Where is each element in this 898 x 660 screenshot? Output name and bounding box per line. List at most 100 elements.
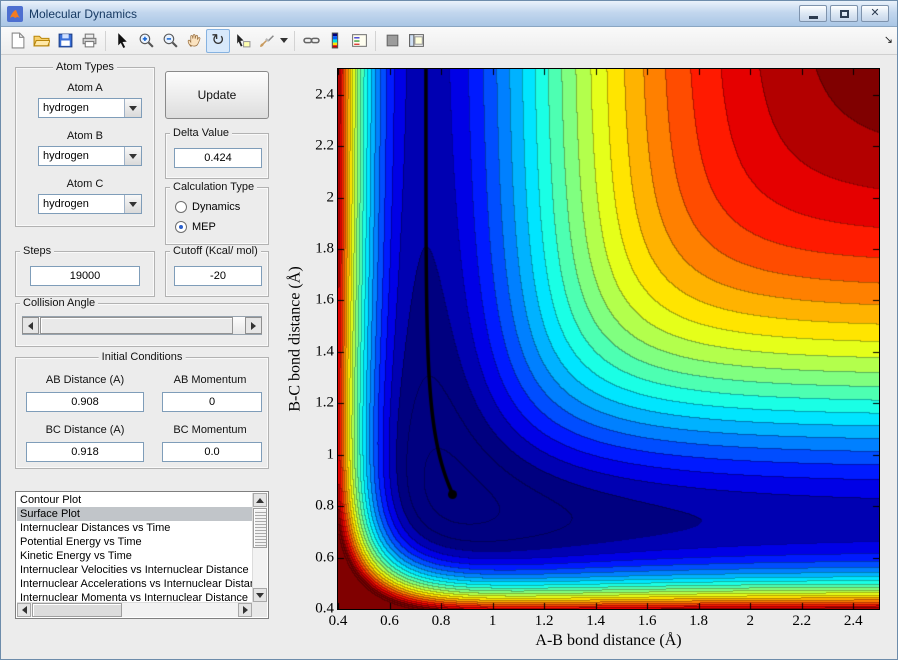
- y-tick-label: 1.4: [315, 343, 334, 360]
- zoom-in-button[interactable]: [134, 29, 158, 53]
- panel-title: Atom Types: [53, 61, 117, 73]
- open-file-button[interactable]: [29, 29, 53, 53]
- ab-distance-input[interactable]: [26, 392, 144, 412]
- toolbar-overflow-icon[interactable]: ↘: [884, 33, 893, 46]
- list-item[interactable]: Kinetic Energy vs Time: [17, 549, 252, 563]
- x-axis-label: A-B bond distance (Å): [535, 632, 682, 649]
- title-bar[interactable]: Molecular Dynamics ✕: [1, 1, 897, 27]
- insert-colorbar-button[interactable]: [323, 29, 347, 53]
- data-cursor-icon: [236, 34, 250, 48]
- panel-title: Collision Angle: [20, 297, 99, 309]
- brush-button[interactable]: [254, 29, 278, 53]
- scroll-left-button[interactable]: [17, 603, 31, 617]
- list-item[interactable]: Internuclear Accelerations vs Internucle…: [17, 577, 252, 591]
- ab-momentum-label: AB Momentum: [173, 374, 247, 386]
- list-item[interactable]: Internuclear Momenta vs Internuclear Dis…: [17, 591, 252, 602]
- contour-canvas[interactable]: [337, 68, 880, 610]
- x-tick-label: 2.2: [792, 613, 812, 629]
- bc-distance-input[interactable]: [26, 442, 144, 462]
- y-axis-label: B-C bond distance (Å): [287, 266, 304, 412]
- atom-b-select[interactable]: hydrogen: [38, 146, 142, 166]
- ab-distance-label: AB Distance (A): [45, 374, 125, 386]
- chevron-down-icon[interactable]: [124, 99, 141, 117]
- print-figure-button[interactable]: [77, 29, 101, 53]
- atom-b-label: Atom B: [66, 130, 104, 142]
- y-tick-label: 0.4: [315, 600, 334, 617]
- delta-input[interactable]: [174, 148, 262, 168]
- slider-right-arrow[interactable]: [245, 317, 262, 334]
- steps-input[interactable]: [30, 266, 140, 286]
- plot-type-listbox[interactable]: Contour Plot Surface Plot Internuclear Dis…: [15, 491, 269, 619]
- atom-c-label: Atom C: [66, 178, 104, 190]
- bc-distance-label: BC Distance (A): [45, 424, 125, 436]
- update-button[interactable]: Update: [165, 71, 269, 119]
- chevron-down-icon[interactable]: [124, 195, 141, 213]
- edit-plot-button[interactable]: [110, 29, 134, 53]
- insert-legend-button[interactable]: [347, 29, 371, 53]
- brush-icon: [259, 35, 274, 47]
- panel-title: Delta Value: [170, 127, 233, 139]
- bc-momentum-input[interactable]: [162, 442, 262, 462]
- link-chain-icon: [302, 37, 320, 44]
- hide-plot-tools-icon: [386, 34, 398, 47]
- link-plot-button[interactable]: [299, 29, 323, 53]
- pan-button[interactable]: [182, 29, 206, 53]
- y-tick-label: 1: [326, 446, 335, 463]
- rotate-3d-icon: ↻: [211, 31, 225, 49]
- atom-a-select[interactable]: hydrogen: [38, 98, 142, 118]
- zoom-out-button[interactable]: [158, 29, 182, 53]
- cutoff-panel: Cutoff (Kcal/ mol): [165, 245, 269, 297]
- collision-angle-panel: Collision Angle: [15, 297, 269, 347]
- atom-a-label: Atom A: [67, 82, 103, 94]
- arrow-left-icon: [21, 606, 27, 614]
- slider-thumb[interactable]: [40, 317, 233, 334]
- collision-angle-slider[interactable]: [22, 316, 262, 335]
- list-item[interactable]: Surface Plot: [17, 507, 252, 521]
- vertical-scrollbar[interactable]: [252, 493, 267, 602]
- y-tick-label: 0.6: [315, 549, 334, 566]
- vertical-scroll-thumb[interactable]: [253, 508, 267, 548]
- scroll-down-button[interactable]: [253, 588, 267, 602]
- y-tick-label: 1.8: [315, 240, 334, 257]
- x-tick-label: 0.8: [431, 613, 451, 629]
- show-plot-tools-icon: [408, 34, 424, 47]
- horizontal-scroll-thumb[interactable]: [32, 603, 122, 617]
- list-item[interactable]: Internuclear Distances vs Time: [17, 521, 252, 535]
- colorbar-icon: [331, 32, 338, 49]
- horizontal-scrollbar[interactable]: [17, 602, 252, 617]
- list-item[interactable]: Internuclear Velocities vs Internuclear …: [17, 563, 252, 577]
- atom-a-value: hydrogen: [43, 102, 89, 114]
- data-cursor-button[interactable]: [230, 29, 254, 53]
- atom-types-panel: Atom Types Atom A hydrogen Atom B hydrog…: [15, 61, 155, 227]
- brush-menu-button[interactable]: [278, 29, 290, 53]
- maximize-button[interactable]: [830, 5, 858, 22]
- slider-left-arrow[interactable]: [22, 317, 39, 334]
- list-item[interactable]: Contour Plot: [17, 493, 252, 507]
- toolbar-separator: [375, 30, 376, 51]
- window-controls: ✕: [796, 5, 889, 22]
- list-item[interactable]: Potential Energy vs Time: [17, 535, 252, 549]
- atom-c-select[interactable]: hydrogen: [38, 194, 142, 214]
- y-tick-label: 1.2: [315, 394, 334, 411]
- minimize-button[interactable]: [799, 5, 827, 22]
- rotate-3d-button[interactable]: ↻: [206, 28, 230, 53]
- maximize-icon: [839, 9, 849, 18]
- ab-momentum-input[interactable]: [162, 392, 262, 412]
- initial-conditions-panel: Initial Conditions AB Distance (A) AB Mo…: [15, 351, 269, 469]
- chevron-down-icon[interactable]: [124, 147, 141, 165]
- printer-icon: [82, 33, 96, 48]
- show-plot-tools-button[interactable]: [404, 29, 428, 53]
- x-tick-label: 1.2: [534, 613, 554, 629]
- y-tick-label: 0.8: [315, 497, 334, 514]
- zoom-in-icon: [139, 33, 154, 48]
- scroll-up-button[interactable]: [253, 493, 267, 507]
- radio-mep[interactable]: MEP: [175, 220, 216, 234]
- hide-plot-tools-button[interactable]: [380, 29, 404, 53]
- toolbar-separator: [105, 30, 106, 51]
- cutoff-input[interactable]: [174, 266, 262, 286]
- radio-dynamics[interactable]: Dynamics: [175, 200, 240, 214]
- close-button[interactable]: ✕: [861, 5, 889, 22]
- new-figure-button[interactable]: [5, 29, 29, 53]
- scroll-right-button[interactable]: [238, 603, 252, 617]
- save-figure-button[interactable]: [53, 29, 77, 53]
